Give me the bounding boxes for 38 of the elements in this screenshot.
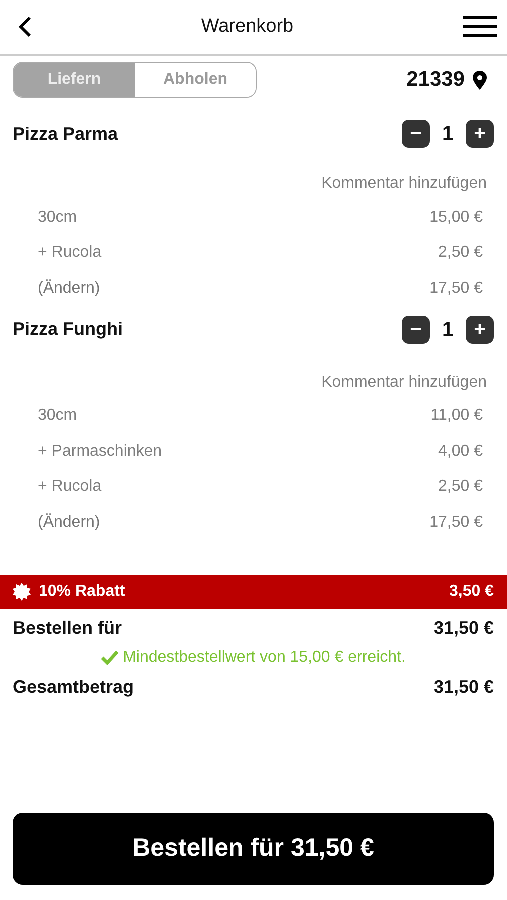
back-icon[interactable] xyxy=(18,16,32,38)
option-price: 2,50 € xyxy=(438,477,483,498)
item-total: 17,50 € xyxy=(430,278,483,299)
discount-amount: 3,50 € xyxy=(450,582,494,602)
increase-button[interactable]: + xyxy=(466,120,494,148)
option-price: 2,50 € xyxy=(438,243,483,264)
postcode: 21339 xyxy=(406,67,465,94)
option-name: + Parmaschinken xyxy=(38,442,162,462)
increase-button[interactable]: + xyxy=(466,316,494,344)
decrease-button[interactable]: − xyxy=(402,120,430,148)
location-pin-icon[interactable] xyxy=(473,70,487,90)
add-comment-link[interactable]: Kommentar hinzufügen xyxy=(322,370,487,394)
quantity: 1 xyxy=(441,318,455,342)
order-label: Bestellen für xyxy=(13,616,122,640)
option-price: 4,00 € xyxy=(438,442,483,462)
option-name: 30cm xyxy=(38,208,78,228)
edit-link[interactable]: (Ändern) xyxy=(38,276,100,301)
total-label: Gesamtbetrag xyxy=(13,676,134,699)
checkout-button[interactable]: Bestellen für 31,50 € xyxy=(13,812,494,884)
option-price: 15,00 € xyxy=(430,208,483,228)
quantity: 1 xyxy=(441,122,455,147)
page-title: Warenkorb xyxy=(201,14,294,39)
item-total: 17,50 € xyxy=(430,512,483,533)
product-name: Pizza Parma xyxy=(13,122,118,146)
minimum-order-note: Mindestbestellwert von 15,00 € erreicht. xyxy=(123,648,406,668)
option-name: 30cm xyxy=(38,406,78,426)
option-price: 11,00 € xyxy=(430,406,483,426)
menu-icon[interactable] xyxy=(463,15,497,39)
total-amount: 31,50 € xyxy=(434,676,494,698)
option-name: + Rucola xyxy=(38,243,102,264)
discount-label: 10% Rabatt xyxy=(39,582,126,602)
product-name: Pizza Funghi xyxy=(13,318,123,341)
order-amount: 31,50 € xyxy=(434,616,494,640)
add-comment-link[interactable]: Kommentar hinzufügen xyxy=(322,172,487,196)
option-name: + Rucola xyxy=(38,477,102,498)
decrease-button[interactable]: − xyxy=(402,316,430,344)
discount-badge-icon xyxy=(13,582,31,600)
edit-link[interactable]: (Ändern) xyxy=(38,510,100,535)
